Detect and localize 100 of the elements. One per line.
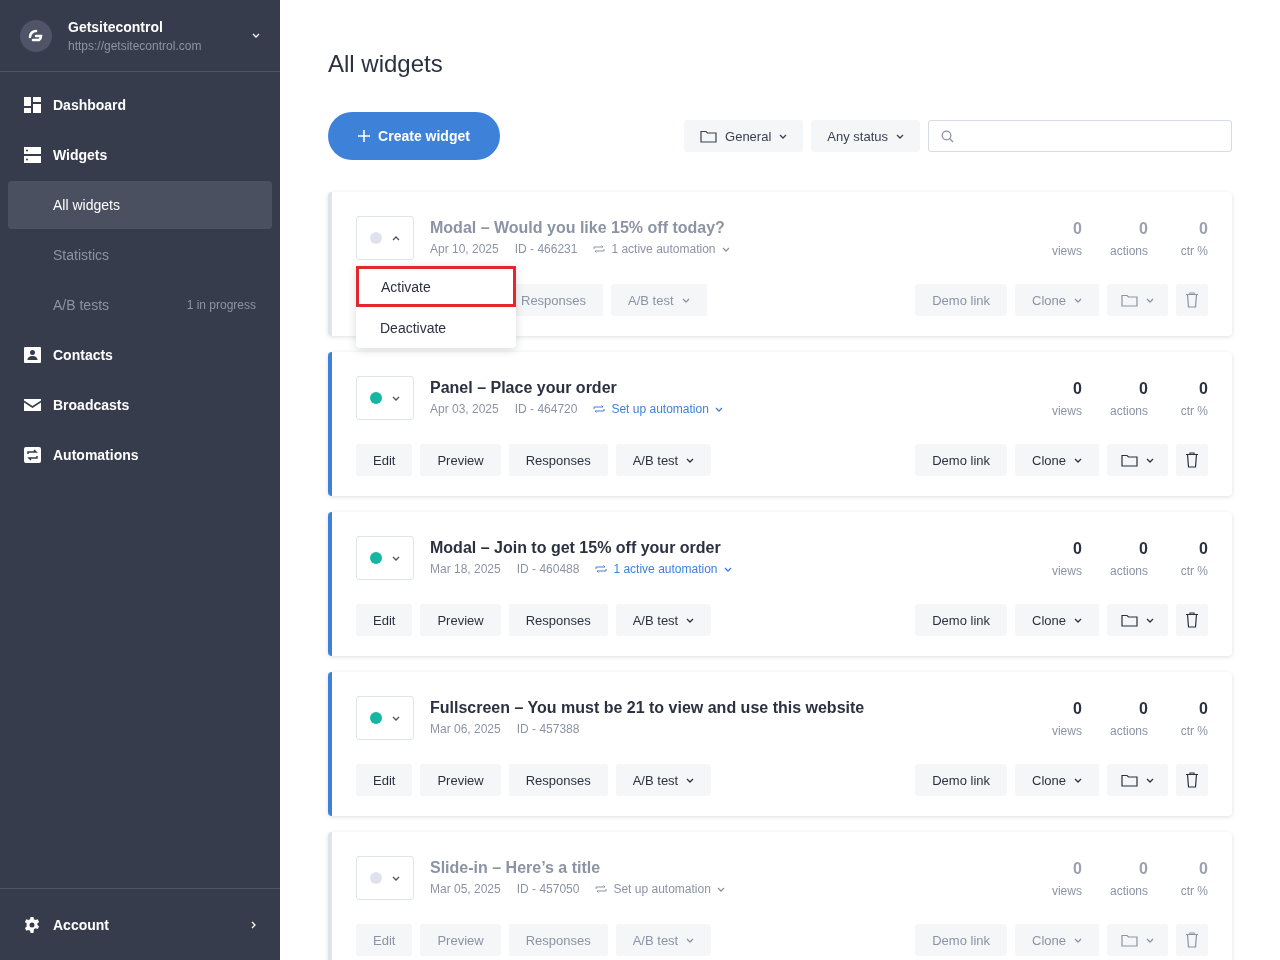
account-menu-item[interactable]: Account — [0, 888, 280, 960]
stat-label: views — [1051, 884, 1082, 898]
widget-action-button[interactable]: Clone — [1015, 764, 1099, 796]
stat-value: 0 — [1139, 540, 1148, 558]
chevron-icon — [392, 395, 400, 401]
chevron-icon — [681, 297, 690, 303]
stat-value: 0 — [1139, 220, 1148, 238]
widget-date: Apr 03, 2025 — [430, 402, 499, 416]
nav-item[interactable]: Contacts — [8, 330, 272, 380]
create-widget-button[interactable]: Create widget — [328, 112, 500, 160]
widget-action-button[interactable]: Clone — [1015, 604, 1099, 636]
widget-title[interactable]: Fullscreen – You must be 21 to view and use this website — [430, 699, 1050, 717]
stat-value: 0 — [1073, 220, 1082, 238]
widget-action-button[interactable]: Preview — [420, 604, 501, 636]
logo-icon — [20, 19, 52, 52]
widget-date: Mar 18, 2025 — [430, 562, 501, 576]
contact-card-icon — [24, 347, 41, 363]
widget-action-button[interactable]: Demo link — [915, 764, 1008, 796]
widget-action-button[interactable]: A/B test — [615, 604, 712, 636]
stat-label: ctr % — [1180, 884, 1208, 898]
trash-icon — [1186, 612, 1198, 628]
folder-dropdown[interactable] — [1107, 284, 1168, 316]
menu-item[interactable]: Activate — [356, 266, 516, 307]
widget-action-button[interactable]: Responses — [508, 764, 608, 796]
widget-action-button[interactable]: Preview — [420, 764, 501, 796]
widget-title[interactable]: Panel – Place your order — [430, 379, 1050, 397]
trash-icon — [1186, 292, 1198, 308]
repeat-icon — [593, 404, 606, 414]
widget-action-button[interactable]: Edit — [356, 604, 413, 636]
stat-value: 0 — [1139, 700, 1148, 718]
folder-dropdown[interactable] — [1107, 924, 1168, 956]
widget-date: Apr 10, 2025 — [430, 242, 499, 256]
widget-title[interactable]: Modal – Join to get 15% off your order — [430, 539, 1050, 557]
stat-value: 0 — [1199, 700, 1208, 718]
search-icon — [941, 129, 954, 143]
status-dropdown[interactable] — [356, 376, 414, 420]
stat-value: 0 — [1139, 380, 1148, 398]
search-field[interactable] — [928, 120, 1232, 152]
widget-action-button[interactable]: Edit — [356, 444, 413, 476]
filter-dropdown[interactable]: Any status — [811, 120, 920, 152]
chevron-icon — [714, 406, 723, 412]
status-dot — [370, 712, 382, 724]
chevron-icon — [896, 133, 904, 139]
delete-button[interactable] — [1176, 444, 1208, 476]
stat-label: views — [1051, 404, 1082, 418]
folder-dropdown[interactable] — [1107, 444, 1168, 476]
widget-action-button[interactable]: Responses — [508, 444, 608, 476]
widget-action-button[interactable]: A/B test — [615, 764, 712, 796]
widget-action-button[interactable]: Demo link — [915, 604, 1008, 636]
widget-action-button[interactable]: Clone — [1015, 444, 1099, 476]
trash-icon — [1186, 452, 1198, 468]
nav-subitem[interactable]: All widgets — [8, 181, 272, 229]
stat-label: actions — [1109, 884, 1148, 898]
nav-item[interactable]: Dashboard — [8, 80, 272, 130]
folder-dropdown[interactable] — [1107, 604, 1168, 636]
widget-date: Mar 05, 2025 — [430, 882, 501, 896]
status-dropdown[interactable] — [356, 216, 414, 260]
widget-id: ID - 466231 — [514, 242, 578, 256]
delete-button[interactable] — [1176, 604, 1208, 636]
status-dropdown[interactable] — [356, 536, 414, 580]
dashboard-icon — [24, 97, 41, 113]
repeat-icon — [593, 244, 606, 254]
account-name: Getsitecontrol — [68, 18, 164, 35]
stat-label: actions — [1109, 404, 1148, 418]
nav-item[interactable]: Broadcasts — [8, 380, 272, 430]
automation-link[interactable]: Set up automation — [593, 402, 723, 416]
stat-value: 0 — [1199, 220, 1208, 238]
widget-action-button[interactable]: Responses — [508, 604, 608, 636]
status-dot — [370, 552, 382, 564]
widget-action-button[interactable]: Edit — [356, 764, 413, 796]
filter-dropdown[interactable]: General — [684, 120, 804, 152]
folder-icon — [700, 129, 718, 143]
stat-value: 0 — [1073, 860, 1082, 878]
nav-subitem[interactable]: A/B tests 1 in progress — [8, 281, 272, 329]
chevron-icon — [392, 235, 400, 241]
chevron-icon — [779, 133, 788, 139]
account-url: https://getsitecontrol.com — [68, 38, 203, 53]
chevron-icon — [1074, 777, 1082, 783]
stat-value: 0 — [1073, 380, 1082, 398]
status-dropdown[interactable] — [356, 696, 414, 740]
chevron-icon — [686, 457, 695, 463]
status-dot — [370, 392, 382, 404]
page-title: All widgets — [328, 49, 444, 79]
stat-value: 0 — [1199, 540, 1208, 558]
stat-label: views — [1051, 564, 1082, 578]
widget-action-button[interactable]: A/B test — [615, 444, 712, 476]
folder-icon — [1121, 613, 1138, 627]
plus-icon — [358, 130, 371, 142]
widget-action-button[interactable]: Demo link — [915, 444, 1008, 476]
delete-button[interactable] — [1176, 764, 1208, 796]
automation-link[interactable]: 1 active automation — [595, 562, 732, 576]
chevron-icon — [1146, 297, 1154, 303]
widget-action-button[interactable]: Preview — [420, 444, 501, 476]
folder-dropdown[interactable] — [1107, 764, 1168, 796]
status-dropdown[interactable] — [356, 856, 414, 900]
stat-label: views — [1051, 244, 1082, 258]
folder-icon — [1121, 773, 1138, 787]
nav-subitem[interactable]: Statistics — [8, 231, 272, 279]
nav-item[interactable]: Widgets — [8, 130, 272, 180]
nav-item[interactable]: Automations — [8, 430, 272, 480]
